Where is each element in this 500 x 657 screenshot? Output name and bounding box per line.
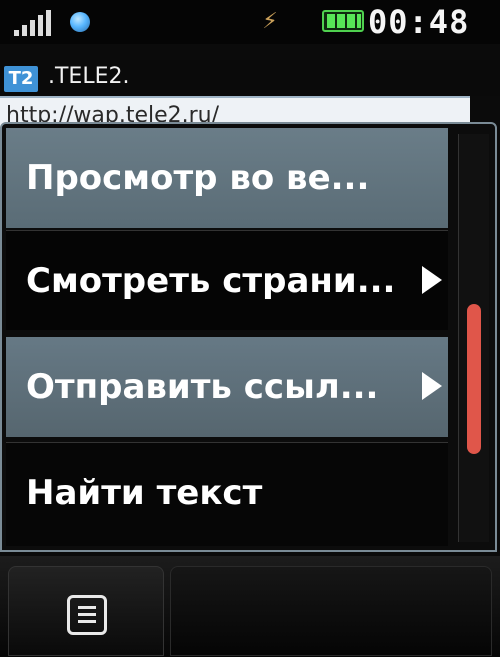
menu-item-view-page[interactable]: Смотреть страни... [6,230,448,330]
browser-title-bar: T2 .TELE2. [0,60,500,96]
menu-item-label: Просмотр во ве... [26,158,370,198]
submenu-arrow-icon [422,372,442,400]
network-activity-icon: ⚡ [262,9,278,34]
options-softkey[interactable] [8,566,164,656]
tele2-logo: T2 [4,66,38,92]
softkey-bar [0,556,500,657]
menu-item-label: Смотреть страни... [26,261,396,301]
menu-item-label: Отправить ссыл... [26,367,379,407]
globe-icon [70,12,90,32]
menu-item-send-link[interactable]: Отправить ссыл... [6,337,448,437]
menu-item-label: Найти текст [26,473,263,513]
submenu-arrow-icon [422,266,442,294]
menu-item-view-fullscreen[interactable]: Просмотр во ве... [6,128,448,228]
page-title: .TELE2. [48,64,130,89]
options-menu: Просмотр во ве... Смотреть страни... Отп… [0,122,497,552]
right-softkey[interactable] [170,566,492,656]
scrollbar-thumb[interactable] [467,304,481,454]
battery-icon [322,10,364,32]
status-bar: ⚡ 00:48 [0,0,500,44]
menu-scrollbar[interactable] [458,134,489,542]
signal-bars-icon [14,10,51,36]
clock: 00:48 [368,3,470,41]
menu-item-find-text[interactable]: Найти текст [6,442,448,546]
menu-list-icon [67,595,107,635]
